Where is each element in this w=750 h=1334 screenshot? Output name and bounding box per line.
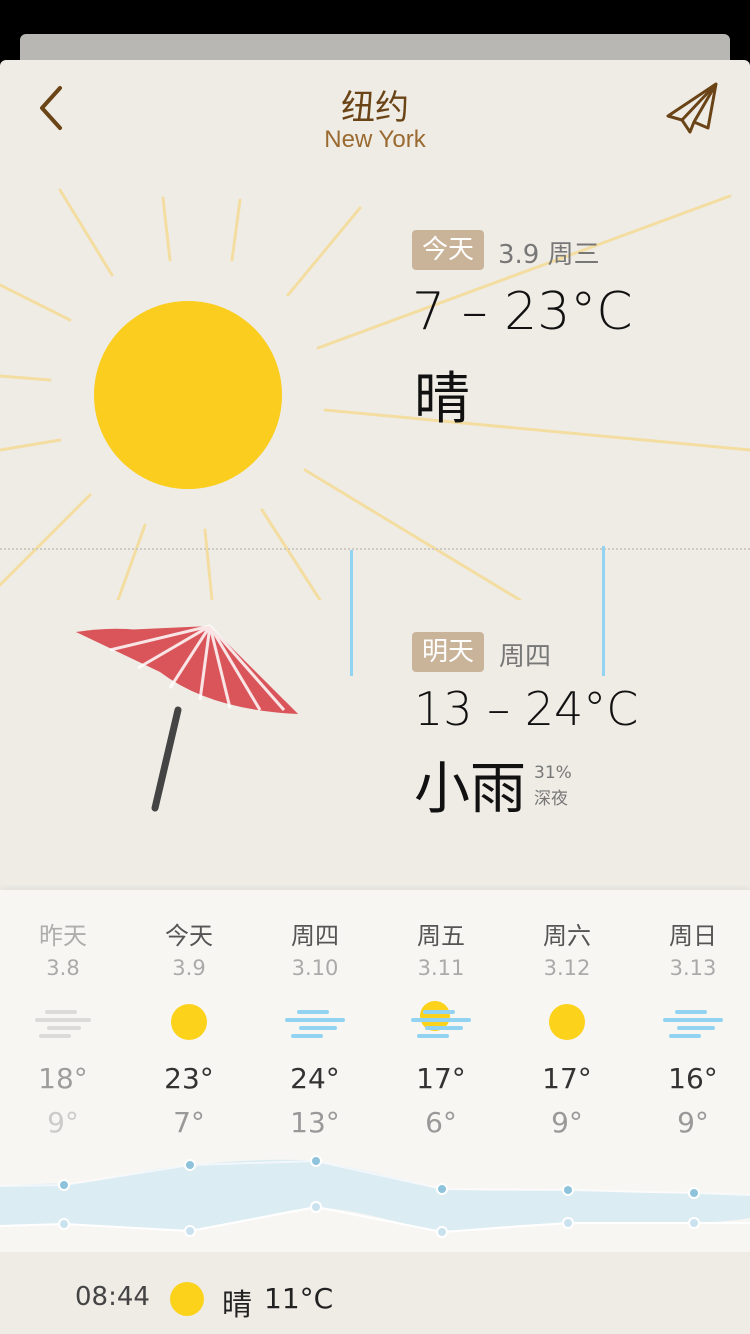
low-point xyxy=(310,1201,322,1213)
today-condition: 晴 xyxy=(414,367,470,432)
today-date-weekday: 3.9 周三 xyxy=(498,240,600,270)
sun-rain-icon xyxy=(411,1001,471,1038)
high-point xyxy=(58,1179,70,1191)
high-point xyxy=(688,1187,700,1199)
high-point xyxy=(310,1155,322,1167)
today-tag: 今天 xyxy=(412,230,485,270)
forecast-low: 6° xyxy=(425,1106,457,1139)
sun-icon xyxy=(549,1004,585,1040)
low-point xyxy=(184,1225,196,1237)
low-point xyxy=(562,1217,574,1229)
tomorrow-weekday: 周四 xyxy=(499,642,552,672)
low-point xyxy=(436,1226,448,1238)
current-temp: 11°C xyxy=(264,1282,334,1315)
forecast-day-label: 昨天 xyxy=(39,922,87,950)
six-day-forecast: 昨天 3.8 18° 9° 今天 3.9 23° 7° 周四 3.10 24° … xyxy=(0,890,750,1252)
rain-wind-icon xyxy=(285,1010,345,1038)
umbrella-illustration xyxy=(76,624,298,812)
high-point xyxy=(184,1159,196,1171)
sun-icon xyxy=(170,1282,204,1316)
forecast-date: 3.9 xyxy=(172,956,206,980)
forecast-high: 23° xyxy=(164,1062,214,1095)
forecast-low: 13° xyxy=(290,1106,340,1139)
section-divider xyxy=(0,548,750,550)
forecast-high: 24° xyxy=(290,1062,340,1095)
forecast-low: 9° xyxy=(551,1106,583,1139)
forecast-high: 18° xyxy=(38,1062,88,1095)
sun-illustration xyxy=(0,188,750,600)
rain-chance: 31% xyxy=(534,763,572,783)
forecast-high: 17° xyxy=(542,1062,592,1095)
temperature-band xyxy=(0,1159,750,1232)
tomorrow-condition: 小雨 xyxy=(414,757,526,822)
city-name-chinese: 纽约 xyxy=(341,88,409,128)
forecast-day-label: 周四 xyxy=(291,922,339,950)
forecast-day-label: 周六 xyxy=(543,922,591,950)
city-name-english: New York xyxy=(324,126,426,153)
paper-plane-share-icon[interactable] xyxy=(662,80,722,136)
forecast-day-label: 今天 xyxy=(165,922,213,950)
rain-wind-icon xyxy=(663,1010,723,1038)
forecast-high: 16° xyxy=(668,1062,718,1095)
low-point xyxy=(58,1218,70,1230)
forecast-low: 9° xyxy=(677,1106,709,1139)
tomorrow-temp-range: 13 – 24°C xyxy=(414,682,639,736)
forecast-date: 3.11 xyxy=(417,956,465,980)
rain-streak xyxy=(602,546,605,676)
forecast-date: 3.10 xyxy=(291,956,339,980)
forecast-high: 17° xyxy=(416,1062,466,1095)
rain-streak xyxy=(350,550,353,676)
forecast-low: 9° xyxy=(47,1106,79,1139)
forecast-date: 3.8 xyxy=(46,956,80,980)
current-time: 08:44 xyxy=(75,1282,150,1312)
hourly-bar[interactable]: 08:44 晴 11°C xyxy=(0,1252,750,1334)
high-point xyxy=(562,1184,574,1196)
forecast-date: 3.12 xyxy=(543,956,591,980)
sun-icon xyxy=(171,1004,207,1040)
forecast-day-label: 周五 xyxy=(417,922,465,950)
temperature-trend-graph xyxy=(0,1155,750,1238)
current-condition: 晴 xyxy=(222,1288,252,1323)
cloud-mist-icon xyxy=(35,1010,91,1038)
forecast-day-label: 周日 xyxy=(669,922,717,950)
tomorrow-tag: 明天 xyxy=(412,632,485,672)
high-point xyxy=(436,1183,448,1195)
rain-time: 深夜 xyxy=(534,789,568,809)
forecast-low: 7° xyxy=(173,1106,205,1139)
low-point xyxy=(688,1217,700,1229)
weather-card: 纽约 New York 今天 3.9 周三 7 – 23°C 晴 明天 周四 1… xyxy=(0,60,750,1334)
today-temp-range: 7 – 23°C xyxy=(412,282,633,342)
forecast-date: 3.13 xyxy=(669,956,717,980)
